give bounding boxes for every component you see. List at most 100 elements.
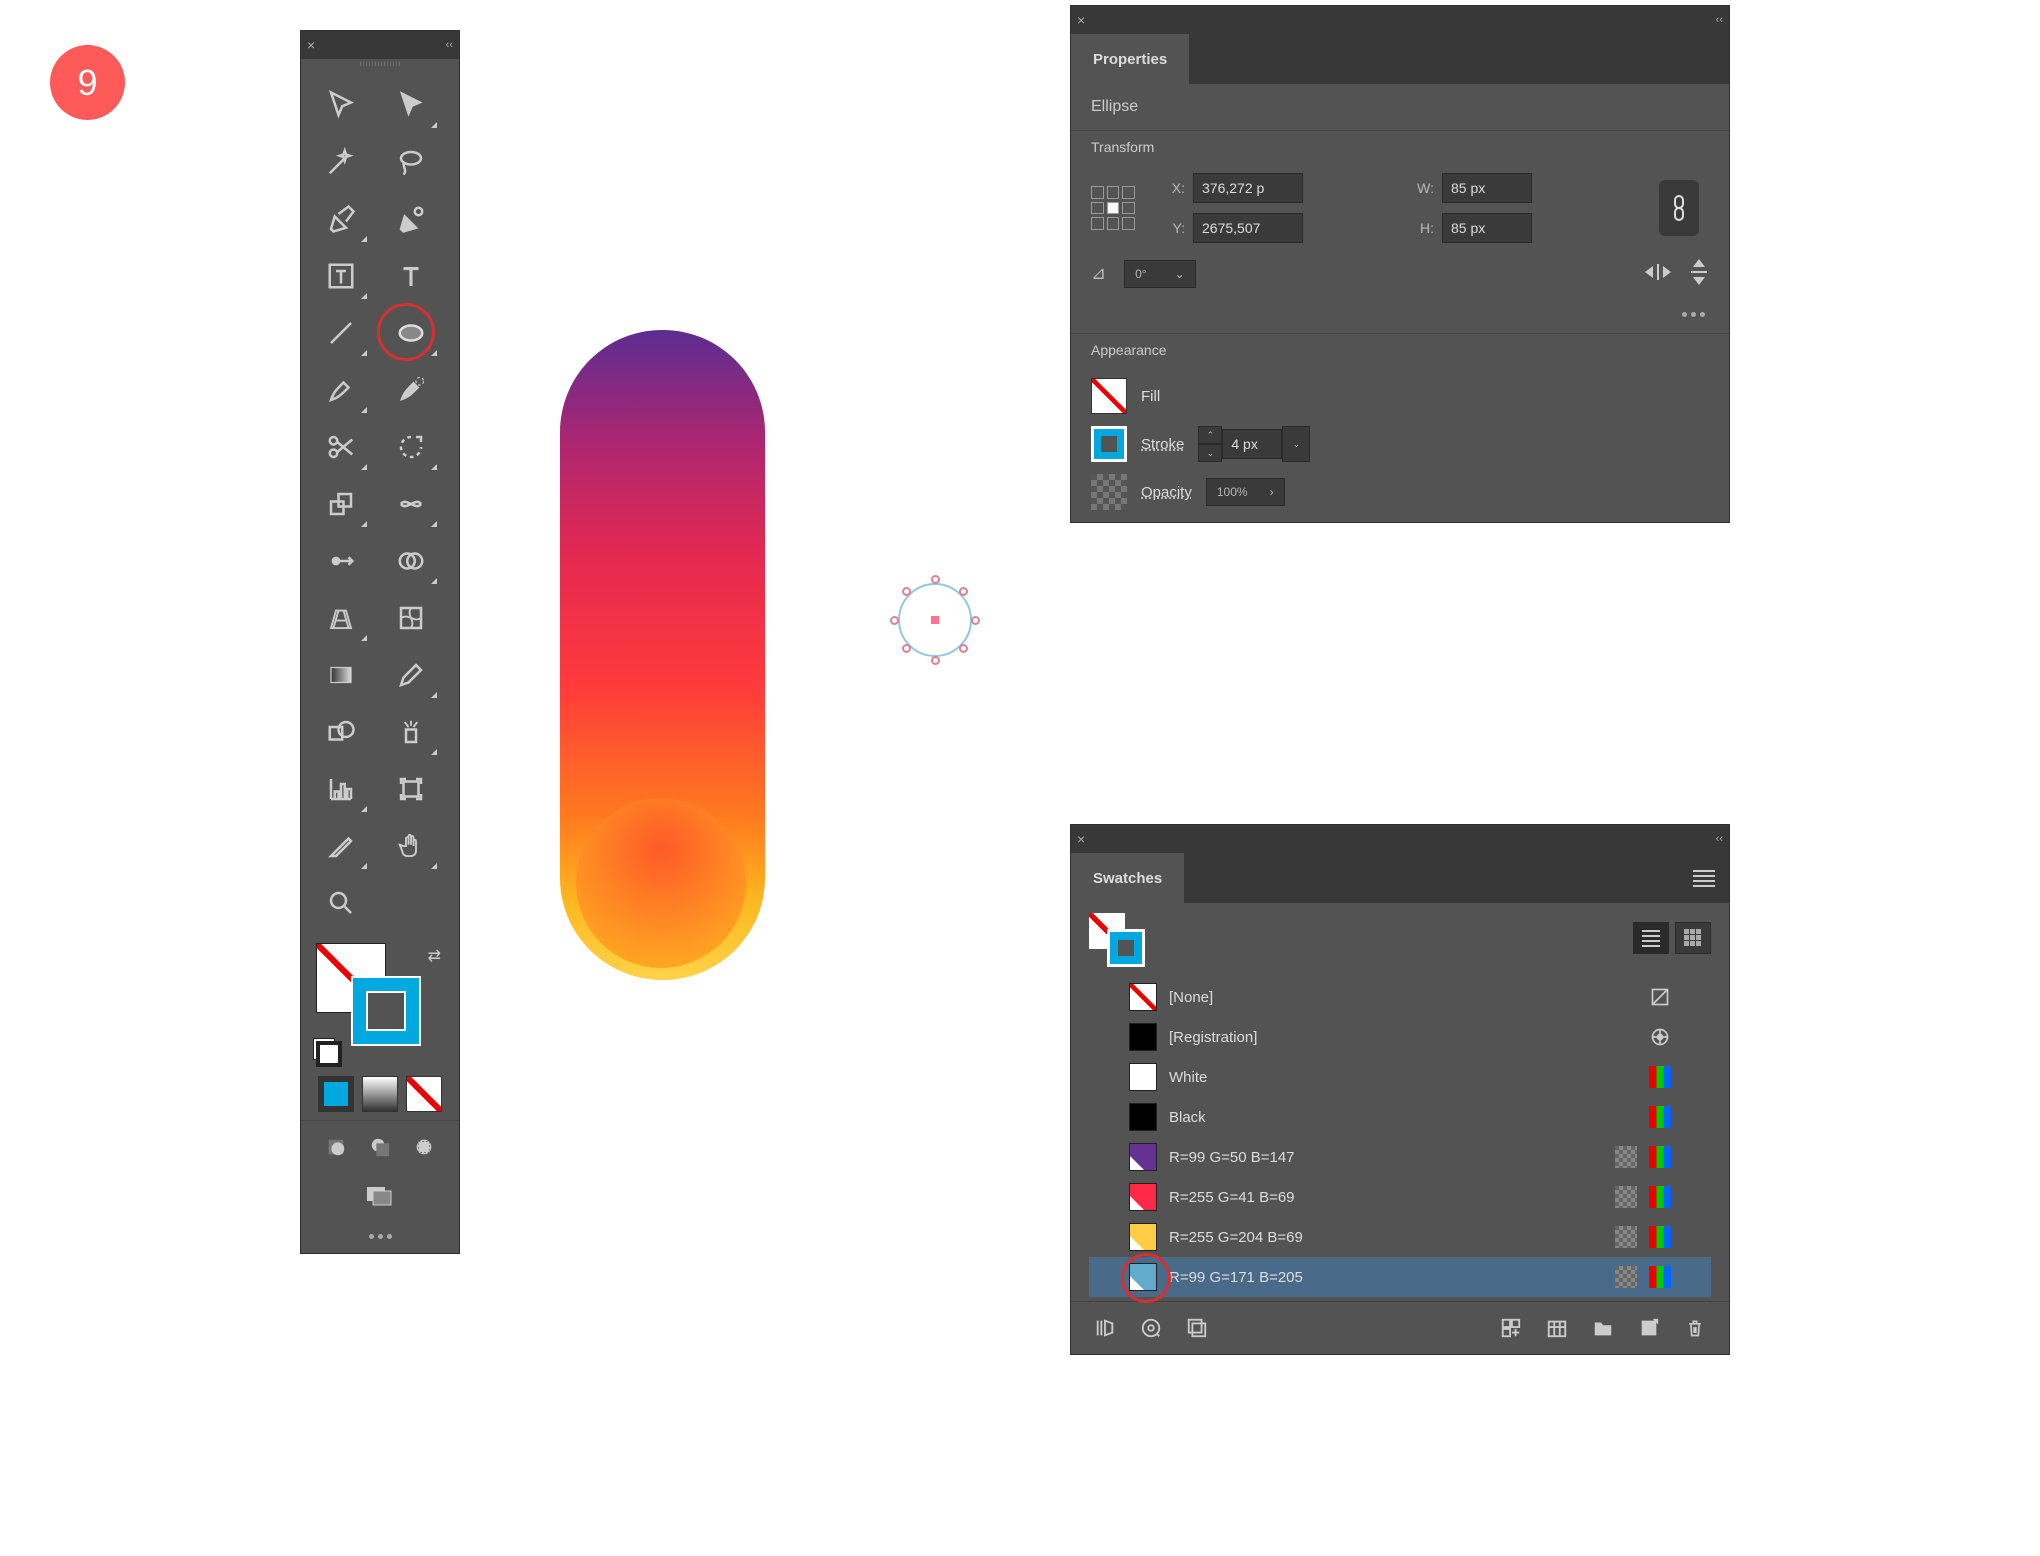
delete-swatch-icon[interactable]	[1681, 1314, 1709, 1342]
color-mode-solid[interactable]	[318, 1076, 354, 1112]
tools-panel: × ‹‹ ⇄	[300, 30, 460, 1254]
fill-swatch-button[interactable]	[1091, 378, 1127, 414]
lasso-tool[interactable]	[381, 134, 441, 189]
global-color-icon	[1615, 1226, 1637, 1248]
swatch-item[interactable]: Black	[1089, 1097, 1711, 1137]
collapse-icon[interactable]: ‹‹	[1716, 833, 1723, 845]
default-fill-stroke-icon[interactable]	[313, 1038, 335, 1060]
width-tool[interactable]	[381, 476, 441, 531]
flip-horizontal-icon[interactable]	[1645, 262, 1671, 285]
swatch-libraries-icon[interactable]	[1091, 1314, 1119, 1342]
close-icon[interactable]: ×	[1077, 12, 1085, 28]
panel-menu-icon[interactable]	[1693, 853, 1729, 903]
link-dimensions-button[interactable]	[1659, 180, 1699, 236]
flip-vertical-icon[interactable]	[1689, 259, 1709, 288]
selection-tool[interactable]	[311, 77, 371, 132]
y-input[interactable]	[1193, 213, 1303, 243]
slice-tool[interactable]	[311, 818, 371, 873]
direct-selection-tool[interactable]	[381, 77, 441, 132]
artboard-tool[interactable]	[381, 761, 441, 816]
stroke-swatch[interactable]	[351, 976, 421, 1046]
mesh-tool[interactable]	[381, 590, 441, 645]
column-graph-tool[interactable]	[311, 761, 371, 816]
global-color-icon	[1615, 1266, 1637, 1288]
blob-brush-tool[interactable]	[381, 362, 441, 417]
swatch-name: White	[1169, 1069, 1637, 1086]
stroke-width-stepper[interactable]: ⌃⌄ 4 px ⌄	[1198, 426, 1310, 462]
line-tool[interactable]	[311, 305, 371, 360]
x-input[interactable]	[1193, 173, 1303, 203]
opacity-input[interactable]: 100%›	[1206, 478, 1285, 506]
tab-swatches[interactable]: Swatches	[1071, 853, 1184, 903]
new-swatch-icon[interactable]	[1635, 1314, 1663, 1342]
swatch-item[interactable]: R=99 G=171 B=205	[1089, 1257, 1711, 1297]
swatch-chip	[1129, 983, 1157, 1011]
symbol-sprayer-tool[interactable]	[381, 704, 441, 759]
color-mode-gradient[interactable]	[362, 1076, 398, 1112]
draw-behind-icon[interactable]	[362, 1129, 398, 1165]
eyedropper-tool[interactable]	[381, 647, 441, 702]
add-to-library-icon[interactable]	[1137, 1314, 1165, 1342]
collapse-icon[interactable]: ‹‹	[446, 39, 453, 51]
color-mode-none[interactable]	[406, 1076, 442, 1112]
reference-point-selector[interactable]	[1091, 186, 1135, 230]
new-color-group-icon[interactable]	[1543, 1314, 1571, 1342]
opacity-label[interactable]: Opacity	[1141, 484, 1192, 501]
close-icon[interactable]: ×	[307, 37, 315, 53]
tab-properties[interactable]: Properties	[1071, 34, 1189, 84]
close-icon[interactable]: ×	[1077, 831, 1085, 847]
rotate-icon: ⊿	[1091, 263, 1106, 284]
touch-type-tool[interactable]	[381, 248, 441, 303]
scissors-tool[interactable]	[311, 419, 371, 474]
hand-tool[interactable]	[381, 818, 441, 873]
swatch-item[interactable]: R=99 G=50 B=147	[1089, 1137, 1711, 1177]
swatch-item[interactable]: White	[1089, 1057, 1711, 1097]
magic-wand-tool[interactable]	[311, 134, 371, 189]
swatch-item[interactable]: [Registration]	[1089, 1017, 1711, 1057]
panel-grip[interactable]	[301, 59, 459, 69]
draw-normal-icon[interactable]	[318, 1129, 354, 1165]
rotation-input[interactable]: 0°⌄	[1124, 260, 1196, 288]
rgb-icon	[1649, 1266, 1671, 1288]
stroke-swatch-button[interactable]	[1091, 426, 1127, 462]
edit-toolbar-button[interactable]	[301, 1220, 459, 1253]
zoom-tool[interactable]	[311, 875, 371, 930]
scale-tool[interactable]	[311, 476, 371, 531]
gradient-tool[interactable]	[311, 647, 371, 702]
swatch-item[interactable]: R=255 G=41 B=69	[1089, 1177, 1711, 1217]
stroke-label[interactable]: Stroke	[1141, 436, 1184, 453]
more-options-button[interactable]	[1071, 304, 1729, 333]
paintbrush-tool[interactable]	[311, 362, 371, 417]
swatch-chip	[1129, 1143, 1157, 1171]
list-view-button[interactable]	[1633, 922, 1669, 954]
rgb-icon	[1649, 1106, 1671, 1128]
type-tool[interactable]	[311, 248, 371, 303]
opacity-swatch[interactable]	[1091, 474, 1127, 510]
grid-view-button[interactable]	[1675, 922, 1711, 954]
show-swatch-kinds-icon[interactable]	[1183, 1314, 1211, 1342]
width-input[interactable]	[1442, 173, 1532, 203]
swatches-fill-stroke[interactable]	[1089, 913, 1147, 963]
height-input[interactable]	[1442, 213, 1532, 243]
shape-builder-tool[interactable]	[381, 533, 441, 588]
swatch-item[interactable]: [None]	[1089, 977, 1711, 1017]
blend-tool[interactable]	[311, 704, 371, 759]
h-label: H:	[1410, 220, 1434, 236]
swatch-chip	[1129, 1263, 1157, 1291]
collapse-icon[interactable]: ‹‹	[1716, 14, 1723, 26]
fill-stroke-indicator[interactable]: ⇄	[301, 938, 459, 1068]
pen-tool[interactable]	[311, 191, 371, 246]
free-transform-tool[interactable]	[311, 533, 371, 588]
screen-mode-button[interactable]	[365, 1183, 395, 1210]
new-folder-icon[interactable]	[1589, 1314, 1617, 1342]
selected-ellipse[interactable]	[890, 575, 980, 665]
swatch-options-icon[interactable]	[1497, 1314, 1525, 1342]
draw-inside-icon[interactable]	[406, 1129, 442, 1165]
swatch-name: R=255 G=204 B=69	[1169, 1229, 1603, 1246]
curvature-tool[interactable]	[381, 191, 441, 246]
swatch-item[interactable]: R=255 G=204 B=69	[1089, 1217, 1711, 1257]
perspective-grid-tool[interactable]	[311, 590, 371, 645]
rotate-tool[interactable]	[381, 419, 441, 474]
ellipse-tool[interactable]	[381, 305, 441, 360]
swap-fill-stroke-icon[interactable]: ⇄	[428, 946, 441, 966]
